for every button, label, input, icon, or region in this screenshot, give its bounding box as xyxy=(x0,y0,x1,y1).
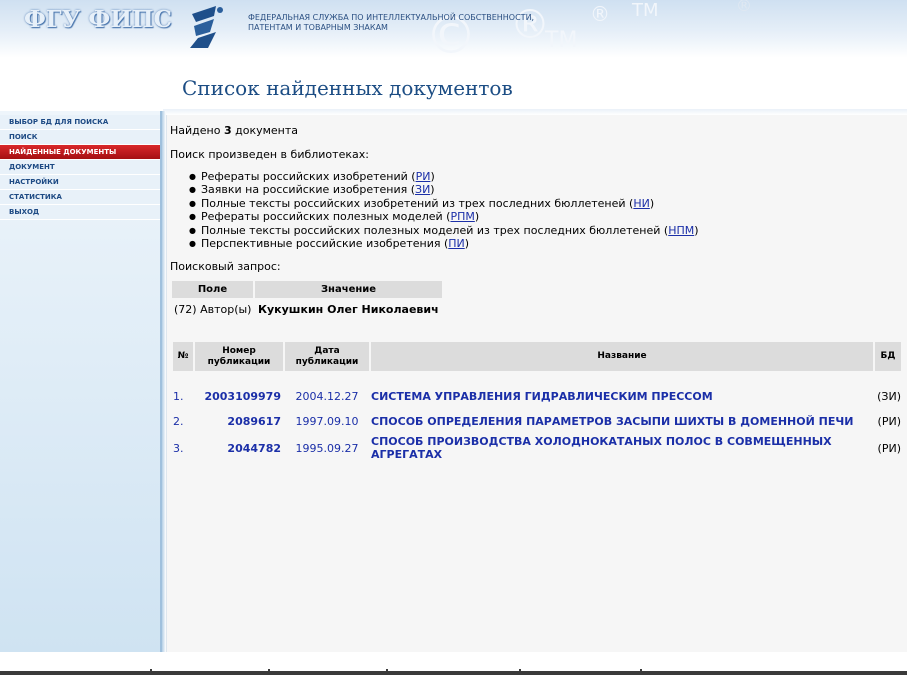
row-title-link[interactable]: СПОСОБ ПРОИЗВОДСТВА ХОЛОДНОКАТАНЫХ ПОЛОС… xyxy=(371,435,873,461)
col-header-pub-line2: публикации xyxy=(207,356,271,367)
library-link-pi[interactable]: ПИ xyxy=(448,237,465,250)
col-header-date-line1: Дата xyxy=(314,345,340,356)
library-text-end: ) xyxy=(430,183,435,197)
agency-line-1: ФЕДЕРАЛЬНАЯ СЛУЖБА ПО ИНТЕЛЛЕКТУАЛЬНОЙ С… xyxy=(248,13,535,22)
agency-name: ФЕДЕРАЛЬНАЯ СЛУЖБА ПО ИНТЕЛЛЕКТУАЛЬНОЙ С… xyxy=(248,13,534,33)
sidebar-item-exit[interactable]: ВЫХОД xyxy=(0,205,160,220)
library-text-end: ) xyxy=(694,223,699,237)
found-number: 3 xyxy=(223,124,232,137)
library-text: Перспективные российские изобретения ( xyxy=(201,236,449,250)
fips-logo-icon[interactable] xyxy=(186,2,228,50)
found-prefix: Найдено xyxy=(170,124,224,137)
query-value: Кукушкин Олег Николаевич xyxy=(258,302,439,316)
agency-line-2: ПАТЕНТАМ И ТОВАРНЫМ ЗНАКАМ xyxy=(248,23,388,32)
trademark-watermark: TM xyxy=(545,28,578,53)
row-pub-date: 1995.09.27 xyxy=(295,441,359,455)
sidebar-item-settings[interactable]: НАСТРОЙКИ xyxy=(0,175,160,190)
libraries-list: Рефераты российских изобретений (РИ) Зая… xyxy=(189,170,699,251)
row-db: (РИ) xyxy=(877,441,901,455)
found-count: Найдено 3 документа xyxy=(170,124,298,137)
query-header-value: Значение xyxy=(253,281,442,298)
col-header-pub-line1: Номер xyxy=(222,345,256,356)
library-link-ni[interactable]: НИ xyxy=(633,197,650,210)
row-pub-date: 2004.12.27 xyxy=(295,390,359,403)
row-num: 3. xyxy=(173,441,184,455)
col-header-name: Название xyxy=(371,342,873,371)
library-text-end: ) xyxy=(430,170,435,183)
library-link-ri[interactable]: РИ xyxy=(416,170,431,183)
row-db: (РИ) xyxy=(877,415,901,428)
row-pub-number[interactable]: 2089617 xyxy=(195,410,283,433)
row-num: 2. xyxy=(173,415,184,428)
col-header-date-line2: публикации xyxy=(295,356,359,367)
row-db: (ЗИ) xyxy=(877,390,901,403)
page-title: Список найденных документов xyxy=(182,76,513,100)
library-link-npm[interactable]: НПМ xyxy=(668,224,694,237)
row-pub-date: 1997.09.10 xyxy=(295,415,359,428)
library-text-end: ) xyxy=(464,236,470,250)
table-row: 1. 2003109979 2004.12.27 СИСТЕМА УПРАВЛЕ… xyxy=(173,385,901,408)
list-item: Заявки на российские изобретения (ЗИ) xyxy=(189,183,699,197)
row-title-link[interactable]: СИСТЕМА УПРАВЛЕНИЯ ГИДРАВЛИЧЕСКИМ ПРЕССО… xyxy=(371,385,873,408)
taskbar-separator xyxy=(386,669,388,675)
sidebar-item-db-select[interactable]: ВЫБОР БД ДЛЯ ПОИСКА xyxy=(0,115,160,130)
registered-watermark-small: ® xyxy=(590,2,610,26)
row-num: 1. xyxy=(173,390,184,403)
col-header-db: БД xyxy=(875,342,901,371)
table-row: 2. 2089617 1997.09.10 СПОСОБ ОПРЕДЕЛЕНИЯ… xyxy=(173,410,901,433)
sidebar-item-document[interactable]: ДОКУМЕНТ xyxy=(0,160,160,175)
library-text: Полные тексты российских изобретений из … xyxy=(201,196,634,210)
list-item: Рефераты российских изобретений (РИ) xyxy=(189,170,699,184)
taskbar-separator xyxy=(519,669,521,675)
list-item: Рефераты российских полезных моделей (РП… xyxy=(189,210,699,224)
col-header-num: № xyxy=(173,342,193,371)
results-table: № Номер публикации Дата публикации Названи… xyxy=(171,340,903,463)
library-text-end: ) xyxy=(474,210,480,224)
library-text: Полные тексты российских полезных моделе… xyxy=(201,223,669,237)
taskbar-separator xyxy=(640,669,642,675)
list-item: Перспективные российские изобретения (ПИ… xyxy=(189,236,699,251)
main-content: Найдено 3 документа Поиск произведен в б… xyxy=(166,115,907,652)
col-header-pub-date: Дата публикации xyxy=(285,342,369,371)
registered-watermark-right: ® xyxy=(736,0,752,15)
sidebar-nav: ВЫБОР БД ДЛЯ ПОИСКА ПОИСК НАЙДЕННЫЕ ДОКУ… xyxy=(0,111,162,652)
query-field: (72) Автор(ы) xyxy=(174,302,252,316)
libraries-title: Поиск произведен в библиотеках: xyxy=(170,148,369,161)
taskbar-separator xyxy=(268,669,270,675)
row-pub-number[interactable]: 2003109979 xyxy=(195,385,283,408)
library-link-rpm[interactable]: РПМ xyxy=(450,210,474,223)
trademark-watermark-small: TM xyxy=(632,0,659,21)
row-title-link[interactable]: СПОСОБ ОПРЕДЕЛЕНИЯ ПАРАМЕТРОВ ЗАСЫПИ ШИХ… xyxy=(371,410,873,433)
sidebar-item-found-documents[interactable]: НАЙДЕННЫЕ ДОКУМЕНТЫ xyxy=(0,145,160,160)
taskbar-edge xyxy=(0,671,907,675)
library-text: Рефераты российских полезных моделей ( xyxy=(201,210,451,224)
query-title: Поисковый запрос: xyxy=(170,260,281,273)
library-text: Рефераты российских изобретений ( xyxy=(201,170,416,183)
found-suffix: документа xyxy=(231,124,299,137)
sidebar-item-statistics[interactable]: СТАТИСТИКА xyxy=(0,190,160,205)
site-header: © ® TM TM ® ® ФГУ ФИПС ФЕДЕРАЛЬНАЯ СЛУЖБ… xyxy=(0,0,907,58)
logo-text[interactable]: ФГУ ФИПС xyxy=(24,6,172,33)
list-item: Полные тексты российских изобретений из … xyxy=(189,196,699,211)
sidebar-item-search[interactable]: ПОИСК xyxy=(0,130,160,145)
library-link-zi[interactable]: ЗИ xyxy=(415,183,430,196)
list-item: Полные тексты российских полезных моделе… xyxy=(189,223,699,238)
query-header-field: Поле xyxy=(172,281,254,298)
row-pub-number[interactable]: 2044782 xyxy=(195,435,283,461)
query-table: Поле Значение (72) Автор(ы) Кукушкин Оле… xyxy=(172,281,442,320)
taskbar-separator xyxy=(150,669,152,675)
col-header-pub-number: Номер публикации xyxy=(195,342,283,371)
library-text-end: ) xyxy=(649,196,655,210)
library-text: Заявки на российские изобретения ( xyxy=(201,183,416,197)
table-row: (72) Автор(ы) Кукушкин Олег Николаевич xyxy=(172,298,442,320)
table-row: 3. 2044782 1995.09.27 СПОСОБ ПРОИЗВОДСТВ… xyxy=(173,435,901,461)
